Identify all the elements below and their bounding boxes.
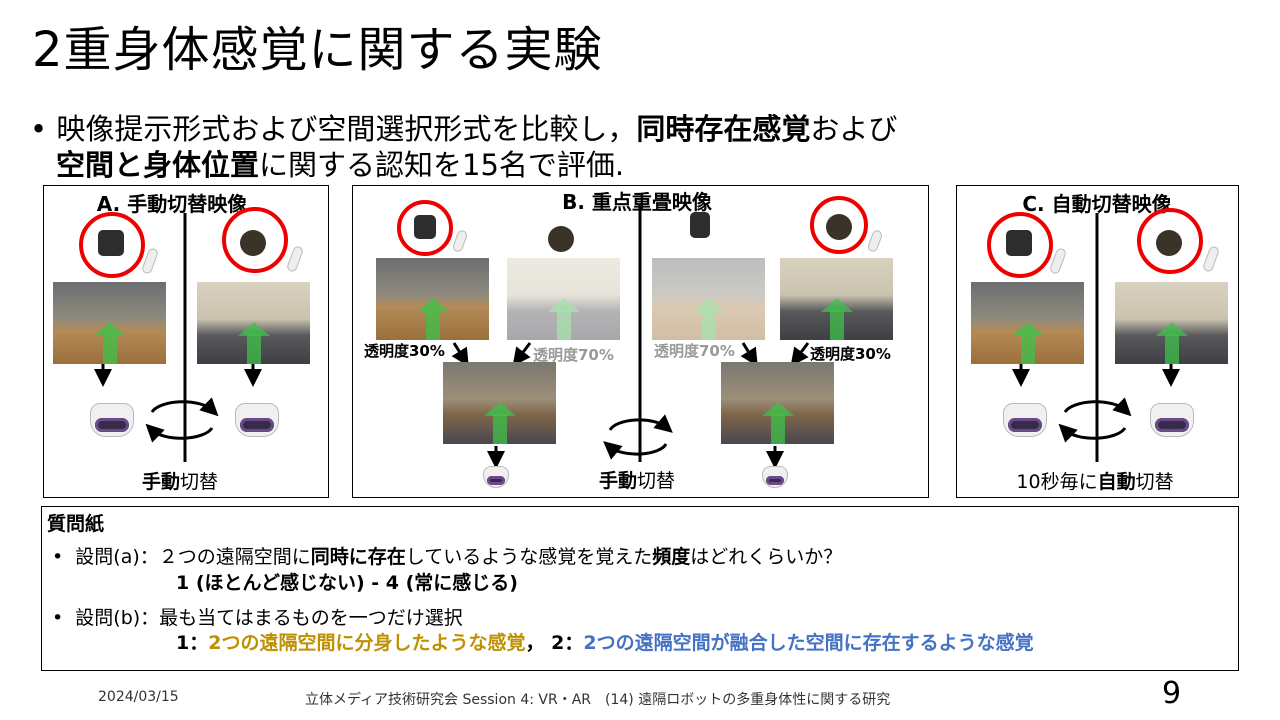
robot-a-view-image: [971, 282, 1084, 364]
robot-a-view-faded-image: [652, 258, 765, 340]
bold-text: 自動: [1097, 471, 1136, 493]
wheeled-robot-icon: [548, 226, 574, 252]
robot-b-view-image: [197, 282, 310, 364]
text: 切替: [637, 470, 676, 492]
question-a-scale: 1 (ほとんど感じない) - 4 (常に感じる): [176, 572, 518, 594]
overlay-image-b: [721, 362, 834, 444]
legged-robot-icon: [98, 230, 124, 256]
text: 切替: [1135, 471, 1174, 493]
vr-headset-icon: [90, 403, 134, 437]
robot-b-view-image: [780, 258, 893, 340]
bold-text: 同時に存在: [310, 546, 406, 568]
wheeled-robot-icon: [826, 214, 852, 240]
panel-c-title: C. 自動切替映像: [1022, 192, 1172, 216]
legged-robot-icon: [690, 212, 710, 238]
wheeled-robot-icon: [1156, 230, 1182, 256]
opacity-label: 透明度70%: [654, 342, 735, 360]
footer-title: 立体メディア技術研究会 Session 4: VR・AR (14) 遠隔ロボット…: [305, 692, 891, 708]
vr-headset-icon: [1150, 403, 1194, 437]
text: 設問(a)：２つの遠隔空間に: [75, 546, 311, 568]
separator: ，: [525, 632, 545, 654]
vr-headset-icon: [1003, 403, 1047, 437]
wheeled-robot-icon: [240, 230, 266, 256]
legged-robot-icon: [414, 215, 436, 239]
option-2: 2つの遠隔空間が融合した空間に存在するような感覚: [583, 632, 1034, 654]
questionnaire-heading: 質問紙: [47, 513, 105, 535]
opacity-label: 透明度30%: [810, 345, 891, 363]
option-number: 2：: [551, 632, 584, 654]
panel-b-caption: 手動切替: [599, 466, 675, 493]
option-1: 2つの遠隔空間に分身したような感覚: [208, 632, 526, 654]
footer-date: 2024/03/15: [98, 689, 179, 705]
text: 設問(b)：最も当てはまるものを一つだけ選択: [75, 607, 463, 629]
text: はどれくらいか？: [690, 546, 843, 568]
text: 切替: [180, 471, 219, 493]
opacity-label: 透明度30%: [364, 342, 445, 360]
robot-a-view-image: [53, 282, 166, 364]
text: 10秒毎に: [1016, 471, 1098, 493]
overlay-image-a: [443, 362, 556, 444]
vr-headset-icon: [235, 403, 279, 437]
robot-b-view-image: [1115, 282, 1228, 364]
bold-text: 手動: [598, 470, 637, 492]
robot-b-view-faded-image: [507, 258, 620, 340]
legged-robot-icon: [1006, 230, 1032, 256]
question-b: • 設問(b)：最も当てはまるものを一つだけ選択: [52, 607, 463, 629]
question-b-options: 1：2つの遠隔空間に分身したような感覚， 2：2つの遠隔空間が融合した空間に存在…: [176, 628, 1034, 655]
panel-c-caption: 10秒毎に自動切替: [1016, 467, 1173, 494]
robot-a-view-image: [376, 258, 489, 340]
text: しているような感覚を覚えた: [405, 546, 653, 568]
bold-text: 手動: [141, 471, 180, 493]
bold-text: 頻度: [652, 546, 691, 568]
panel-b-title: B. 重点重畳映像: [562, 190, 712, 214]
option-number: 1：: [176, 632, 209, 654]
panel-a-caption: 手動切替: [142, 467, 218, 494]
question-a: • 設問(a)：２つの遠隔空間に同時に存在しているような感覚を覚えた頻度はどれく…: [52, 546, 843, 568]
page-number: 9: [1162, 676, 1182, 711]
